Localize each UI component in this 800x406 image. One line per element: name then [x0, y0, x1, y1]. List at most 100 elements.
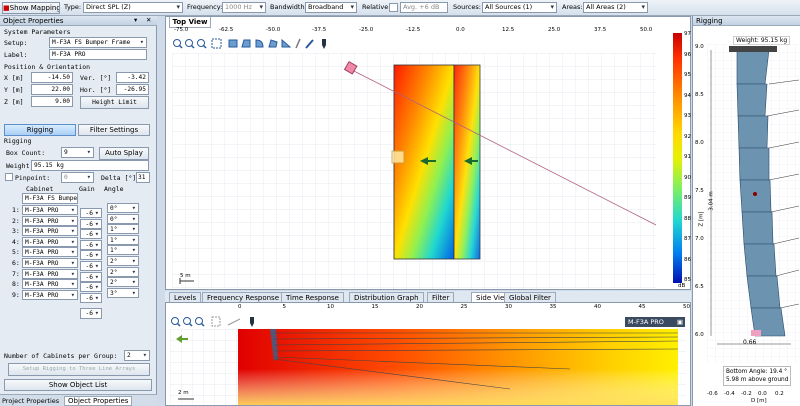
- z-field[interactable]: 9.00: [31, 96, 73, 107]
- angle-select[interactable]: 1°: [107, 245, 139, 256]
- cabinet-select[interactable]: M-F3A PRO: [22, 247, 78, 258]
- side-view-toolbar: [171, 316, 254, 327]
- angle-select[interactable]: 3°: [107, 287, 139, 298]
- y-field[interactable]: 22.00: [31, 84, 73, 95]
- type-select[interactable]: Direct SPL (Z): [83, 2, 183, 13]
- cabinet-select[interactable]: M-F3A PRO: [22, 205, 78, 215]
- cabinet-col-header: Cabinet: [26, 185, 54, 193]
- speaker-icon[interactable]: [250, 317, 254, 327]
- angle-select[interactable]: 1°: [107, 234, 139, 245]
- pinpoint-checkbox[interactable]: [5, 173, 13, 181]
- bandwidth-select[interactable]: Broadband: [305, 2, 357, 13]
- gain-select[interactable]: -6: [80, 229, 102, 240]
- project-properties-tab[interactable]: Project Properties: [2, 397, 59, 405]
- avg-field[interactable]: Avg. +6 dB: [400, 2, 448, 13]
- object-properties-tab[interactable]: Object Properties: [64, 396, 133, 406]
- show-mapping-button[interactable]: ■Show Mapping: [2, 2, 60, 14]
- gain-select[interactable]: -6: [80, 218, 102, 229]
- cabinet-select[interactable]: M-F3A PRO: [22, 226, 78, 237]
- angle-select[interactable]: 2°: [107, 266, 139, 277]
- top-view-canvas[interactable]: [172, 53, 656, 289]
- areas-label: Areas:: [562, 3, 583, 11]
- x-tick: -75.0: [174, 27, 189, 33]
- speaker-icon[interactable]: [322, 39, 326, 49]
- close-icon[interactable]: ✕: [146, 16, 151, 24]
- gain-select[interactable]: -6: [80, 261, 102, 271]
- gain-select[interactable]: -6: [80, 271, 102, 282]
- gain-select[interactable]: -6: [80, 292, 102, 303]
- filter-settings-tab-button[interactable]: Filter Settings: [78, 124, 150, 136]
- relative-checkbox[interactable]: [389, 3, 398, 12]
- angle-select[interactable]: 1°: [107, 224, 139, 235]
- height-limit-button[interactable]: Height Limit: [80, 96, 149, 109]
- gain-select[interactable]: -6: [80, 250, 102, 261]
- measure-icon[interactable]: [295, 38, 301, 49]
- zoom-out-icon[interactable]: [183, 317, 193, 327]
- ver-label: Ver. [°]: [80, 74, 112, 82]
- x-field[interactable]: -14.50: [31, 72, 73, 83]
- delta-field[interactable]: 31: [136, 172, 150, 183]
- colorbar-tick: 96: [684, 51, 691, 58]
- cabinet-number: 1:: [12, 206, 20, 214]
- show-object-list-button[interactable]: Show Object List: [4, 379, 152, 391]
- angle-select[interactable]: 0°: [107, 213, 139, 224]
- mapping-icon: ■: [3, 4, 10, 12]
- rigging-z-tick: 7.0: [695, 236, 704, 242]
- gain-select[interactable]: -6: [80, 239, 102, 250]
- setup-label: Setup:: [4, 39, 28, 47]
- angle-select[interactable]: 0°: [107, 203, 139, 213]
- colorbar-tick: 94: [684, 92, 691, 99]
- cabinet-select[interactable]: M-F3A PRO: [22, 268, 78, 279]
- area-shape-icon[interactable]: [241, 39, 251, 48]
- gain-col-header: Gain: [79, 185, 95, 193]
- line-tool-icon[interactable]: [227, 318, 241, 326]
- area-wedge-icon[interactable]: [281, 38, 292, 48]
- frequency-select[interactable]: 1000 Hz: [222, 2, 266, 13]
- select-area-icon[interactable]: [211, 38, 222, 49]
- pinpoint-label: Pinpoint:: [15, 174, 51, 182]
- side-view-badge: M-F3A PRO ▣: [625, 317, 685, 327]
- side-view-panel: 0 5 10 15 20 25 30 35 40 45 50 M-F3A PRO…: [165, 302, 691, 406]
- pick-point: [753, 192, 757, 196]
- rigging-tab-button[interactable]: Rigging: [4, 124, 76, 136]
- angle-select[interactable]: 2°: [107, 256, 139, 266]
- zoom-fit-icon[interactable]: [197, 39, 207, 49]
- x-tick: 12.5: [502, 27, 515, 33]
- extra-gain-select[interactable]: -6: [80, 308, 102, 319]
- box-count-select[interactable]: 9: [61, 147, 94, 158]
- cabinet-select[interactable]: M-F3A PRO: [22, 258, 78, 268]
- cabinet-select[interactable]: M-F3A PRO: [22, 236, 78, 247]
- area-rect-icon[interactable]: [228, 39, 238, 48]
- lock-icon[interactable]: ▣: [677, 317, 683, 327]
- ver-field[interactable]: -3.42: [116, 72, 149, 83]
- pencil-icon[interactable]: [305, 39, 314, 49]
- x-tick: 50.0: [640, 27, 653, 33]
- panel-header: Object Properties ▾ ✕: [0, 16, 157, 26]
- area-poly-icon[interactable]: [268, 39, 278, 48]
- zoom-fit-icon[interactable]: [195, 317, 205, 327]
- setup-select[interactable]: M-F3A FS Bumper Frame: [49, 37, 147, 48]
- cabinet-select[interactable]: M-F3A PRO: [22, 289, 78, 300]
- top-view-toolbar: [173, 38, 326, 49]
- rigging-panel: Rigging Weight: 95.15 kg 9.0 8.5 8.0 7.5 7.0…: [692, 16, 800, 406]
- pinpoint-select[interactable]: 0: [61, 172, 94, 183]
- cabinets-per-group-select[interactable]: 2: [124, 350, 150, 361]
- cabinet-select[interactable]: M-F3A PRO: [22, 215, 78, 226]
- side-view-canvas[interactable]: [170, 329, 686, 405]
- pin-icon[interactable]: ▾: [134, 16, 137, 24]
- panel-title: Object Properties: [3, 17, 64, 25]
- gain-select[interactable]: -6: [80, 282, 102, 293]
- areas-select[interactable]: All Areas (2): [583, 2, 648, 13]
- gain-select[interactable]: -6: [80, 208, 102, 218]
- area-arc-icon[interactable]: [255, 39, 264, 48]
- select-area-icon[interactable]: [211, 316, 221, 327]
- zoom-in-icon[interactable]: [173, 39, 183, 49]
- angle-select[interactable]: 2°: [107, 277, 139, 288]
- hor-field[interactable]: -26.95: [116, 84, 149, 95]
- zoom-out-icon[interactable]: [185, 39, 195, 49]
- cabinet-select[interactable]: M-F3A PRO: [22, 279, 78, 290]
- sources-select[interactable]: All Sources (1): [482, 2, 557, 13]
- auto-splay-button[interactable]: Auto Splay: [99, 147, 149, 160]
- zoom-in-icon[interactable]: [171, 317, 181, 327]
- label-field[interactable]: M-F3A PRO: [49, 49, 147, 60]
